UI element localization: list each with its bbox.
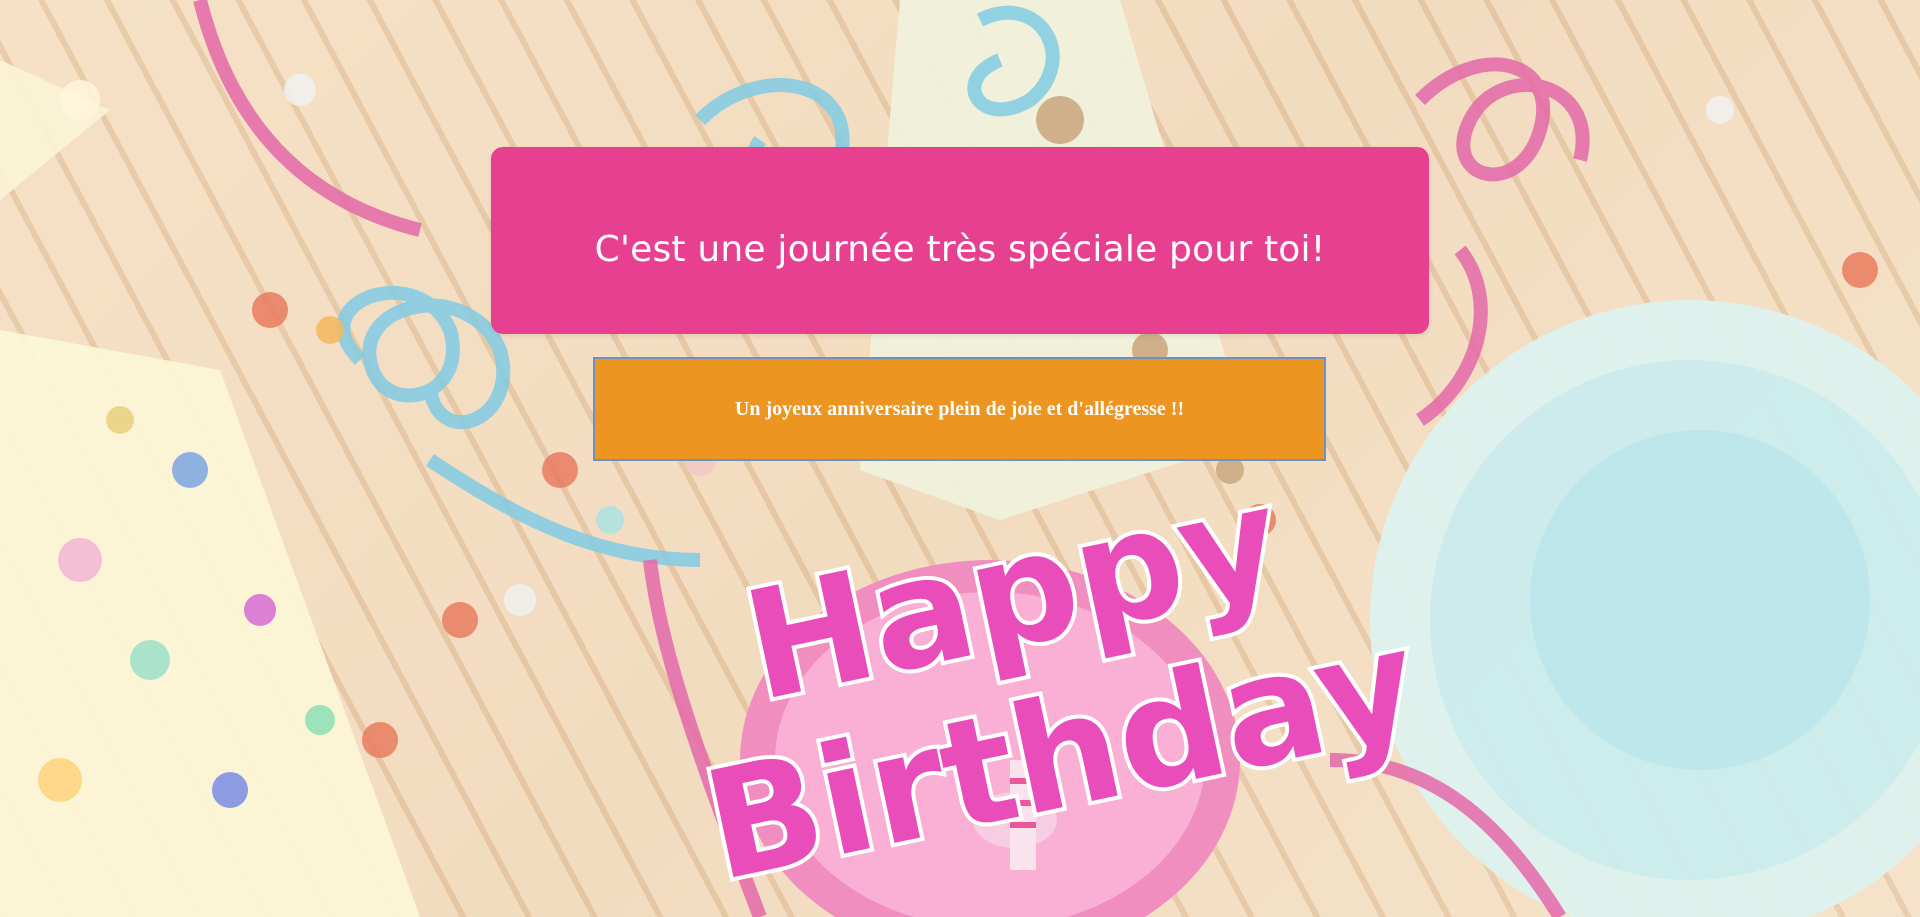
headline-card: C'est une journée très spéciale pour toi…	[491, 147, 1429, 334]
birthday-wish-text: Un joyeux anniversaire plein de joie et …	[734, 397, 1185, 420]
birthday-wish-banner: Un joyeux anniversaire plein de joie et …	[593, 357, 1326, 461]
headline-text: C'est une journée très spéciale pour toi…	[594, 229, 1326, 270]
